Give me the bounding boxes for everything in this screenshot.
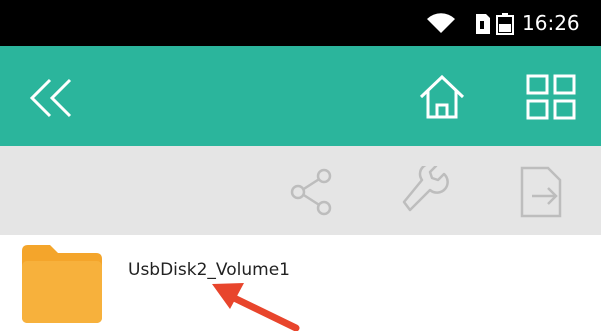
wifi-icon bbox=[426, 11, 456, 39]
back-icon[interactable] bbox=[26, 76, 78, 124]
status-time: 16:26 bbox=[522, 11, 580, 35]
list-item[interactable]: UsbDisk2_Volume1 bbox=[0, 235, 601, 331]
action-bar bbox=[0, 146, 601, 235]
folder-icon bbox=[20, 241, 104, 327]
grid-view-icon[interactable] bbox=[526, 74, 576, 124]
battery-icon bbox=[496, 13, 514, 39]
wrench-icon[interactable] bbox=[402, 162, 452, 220]
home-icon[interactable] bbox=[418, 73, 466, 125]
toolbar bbox=[0, 46, 601, 146]
status-bar: 16:26 bbox=[0, 0, 601, 46]
export-icon[interactable] bbox=[518, 166, 564, 222]
sim-card-icon bbox=[476, 14, 490, 38]
red-arrow bbox=[190, 272, 300, 335]
share-icon[interactable] bbox=[288, 167, 334, 221]
